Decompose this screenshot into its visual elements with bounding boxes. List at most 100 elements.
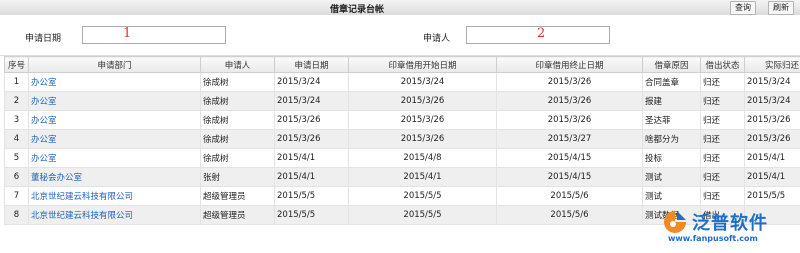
apply-date-cell: 2015/3/26 <box>274 110 349 130</box>
department-link[interactable]: 办公室 <box>28 129 201 149</box>
table-row[interactable]: 1 办公室 徐成树 2015/3/24 2015/3/24 2015/3/26 … <box>4 72 800 92</box>
row-number: 4 <box>4 129 29 149</box>
borrow-start-cell: 2015/4/8 <box>348 148 497 168</box>
brand-name: 泛普软件 <box>692 213 768 234</box>
annotation-1: 1 <box>123 26 132 41</box>
refresh-button[interactable]: 刷新 <box>768 1 794 15</box>
column-header[interactable]: 印章借用开始日期 <box>348 56 497 73</box>
borrow-start-cell: 2015/4/1 <box>348 167 497 187</box>
department-link[interactable]: 办公室 <box>28 110 201 130</box>
applicant-cell: 徐成树 <box>200 148 275 168</box>
table-row[interactable]: 2 办公室 徐成树 2015/3/24 2015/3/26 2015/3/26 … <box>4 91 800 111</box>
borrow-start-cell: 2015/3/26 <box>348 91 497 111</box>
table-row[interactable]: 3 办公室 徐成树 2015/3/26 2015/3/26 2015/3/26 … <box>4 110 800 130</box>
borrow-end-cell: 2015/5/6 <box>496 205 643 225</box>
applicant-cell: 超级管理员 <box>200 205 275 225</box>
column-header[interactable]: 印章借用终止日期 <box>496 56 643 73</box>
department-link[interactable]: 董秘会办公室 <box>28 167 201 187</box>
filter-bar: 申请日期 1 申请人 2 <box>0 15 800 56</box>
apply-date-cell: 2015/4/1 <box>274 148 349 168</box>
column-header[interactable]: 借章原因 <box>642 56 701 73</box>
applicant-cell: 徐成树 <box>200 91 275 111</box>
borrow-end-cell: 2015/3/27 <box>496 129 643 149</box>
borrow-end-cell: 2015/4/15 <box>496 148 643 168</box>
column-header[interactable]: 实际归还日期 <box>744 56 800 73</box>
borrow-start-cell: 2015/5/5 <box>348 186 497 206</box>
apply-date-cell: 2015/5/5 <box>274 205 349 225</box>
reason-cell: 测试 <box>642 167 701 187</box>
applicant-label: 申请人 <box>423 34 451 44</box>
page-title: 借章记录台帐 <box>330 5 385 15</box>
borrow-start-cell: 2015/5/5 <box>348 205 497 225</box>
row-number: 7 <box>4 186 29 206</box>
reason-cell: 测试 <box>642 186 701 206</box>
row-number: 5 <box>4 148 29 168</box>
applicant-cell: 超级管理员 <box>200 186 275 206</box>
borrow-end-cell: 2015/3/26 <box>496 91 643 111</box>
brand-url: www.fanpusoft.com <box>668 234 758 243</box>
title-bar: 借章记录台帐 查询 刷新 <box>0 0 800 16</box>
borrow-end-cell: 2015/3/26 <box>496 110 643 130</box>
return-date-cell: 2015/4/1 <box>744 167 800 187</box>
borrow-end-cell: 2015/4/15 <box>496 167 643 187</box>
records-table: 序号 申请部门 申请人 申请日期 印章借用开始日期 印章借用终止日期 借章原因 … <box>4 56 800 225</box>
query-button[interactable]: 查询 <box>730 1 756 15</box>
apply-date-cell: 2015/3/24 <box>274 72 349 92</box>
status-cell: 归还 <box>700 72 745 92</box>
column-header[interactable]: 序号 <box>4 56 29 73</box>
row-number: 6 <box>4 167 29 187</box>
column-header[interactable]: 申请日期 <box>274 56 349 73</box>
return-date-cell: 2015/5/5 <box>744 186 800 206</box>
return-date-cell: 2015/4/1 <box>744 148 800 168</box>
row-number: 2 <box>4 91 29 111</box>
status-cell: 归还 <box>700 148 745 168</box>
apply-date-cell: 2015/4/1 <box>274 167 349 187</box>
borrow-start-cell: 2015/3/26 <box>348 129 497 149</box>
column-header[interactable]: 借出状态 <box>700 56 745 73</box>
row-number: 3 <box>4 110 29 130</box>
borrow-end-cell: 2015/3/26 <box>496 72 643 92</box>
row-number: 1 <box>4 72 29 92</box>
applicant-cell: 张射 <box>200 167 275 187</box>
department-link[interactable]: 办公室 <box>28 148 201 168</box>
apply-date-label: 申请日期 <box>25 34 62 44</box>
table-row[interactable]: 4 办公室 徐成树 2015/3/26 2015/3/26 2015/3/27 … <box>4 129 800 149</box>
reason-cell: 合同盖章 <box>642 72 701 92</box>
column-header[interactable]: 申请部门 <box>28 56 201 73</box>
status-cell: 归还 <box>700 186 745 206</box>
apply-date-input[interactable] <box>82 26 226 44</box>
table-row[interactable]: 7 北京世纪建云科技有限公司 超级管理员 2015/5/5 2015/5/5 2… <box>4 186 800 206</box>
department-link[interactable]: 北京世纪建云科技有限公司 <box>28 186 201 206</box>
applicant-cell: 徐成树 <box>200 129 275 149</box>
reason-cell: 圣达菲 <box>642 110 701 130</box>
status-cell: 归还 <box>700 110 745 130</box>
applicant-cell: 徐成树 <box>200 110 275 130</box>
status-cell: 归还 <box>700 129 745 149</box>
table-row[interactable]: 5 办公室 徐成树 2015/4/1 2015/4/8 2015/4/15 投标… <box>4 148 800 168</box>
row-number: 8 <box>4 205 29 225</box>
apply-date-cell: 2015/3/26 <box>274 129 349 149</box>
return-date-cell: 2015/3/26 <box>744 110 800 130</box>
return-date-cell: 2015/3/26 <box>744 129 800 149</box>
column-header[interactable]: 申请人 <box>200 56 275 73</box>
annotation-2: 2 <box>537 26 546 41</box>
reason-cell: 啥都分为 <box>642 129 701 149</box>
department-link[interactable]: 办公室 <box>28 72 201 92</box>
brand-watermark: 泛普软件 www.fanpusoft.com <box>662 207 792 247</box>
department-link[interactable]: 办公室 <box>28 91 201 111</box>
table-row[interactable]: 6 董秘会办公室 张射 2015/4/1 2015/4/1 2015/4/15 … <box>4 167 800 187</box>
return-date-cell: 2015/3/24 <box>744 91 800 111</box>
apply-date-cell: 2015/5/5 <box>274 186 349 206</box>
reason-cell: 报建 <box>642 91 701 111</box>
status-cell: 归还 <box>700 91 745 111</box>
brand-logo-icon <box>664 211 686 233</box>
table-header-row: 序号 申请部门 申请人 申请日期 印章借用开始日期 印章借用终止日期 借章原因 … <box>4 56 800 73</box>
apply-date-cell: 2015/3/24 <box>274 91 349 111</box>
borrow-start-cell: 2015/3/26 <box>348 110 497 130</box>
return-date-cell: 2015/3/24 <box>744 72 800 92</box>
applicant-cell: 徐成树 <box>200 72 275 92</box>
borrow-start-cell: 2015/3/24 <box>348 72 497 92</box>
reason-cell: 投标 <box>642 148 701 168</box>
department-link[interactable]: 北京世纪建云科技有限公司 <box>28 205 201 225</box>
status-cell: 归还 <box>700 167 745 187</box>
